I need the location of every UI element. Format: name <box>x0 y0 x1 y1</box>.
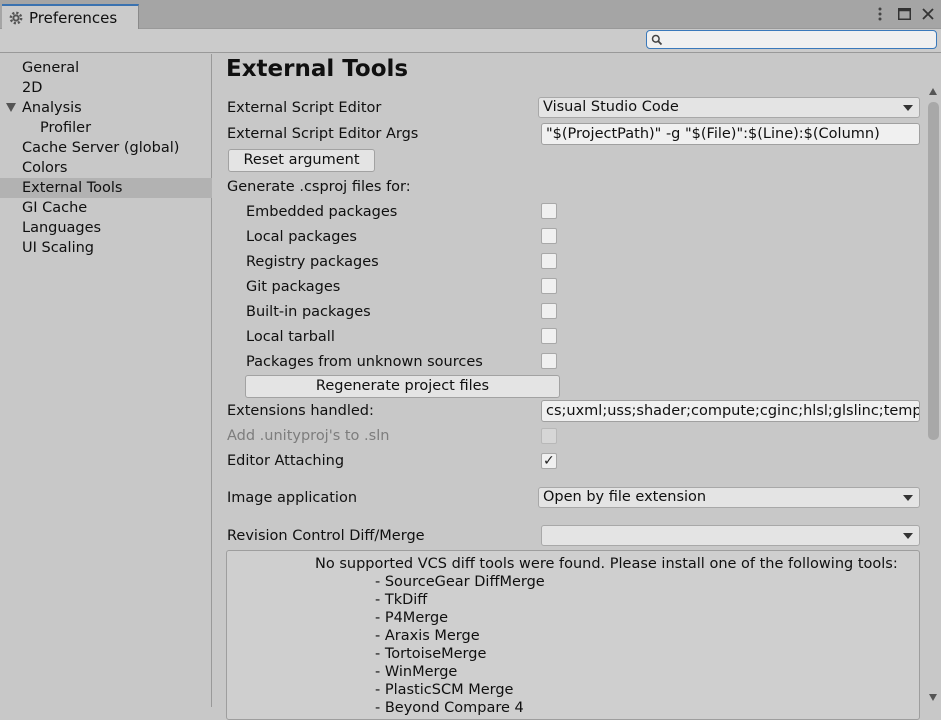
scroll-up-arrow-icon[interactable] <box>929 88 937 95</box>
unknown-sources-label: Packages from unknown sources <box>246 354 483 370</box>
embedded-packages-label: Embedded packages <box>246 204 398 220</box>
extensions-label: Extensions handled: <box>227 403 374 419</box>
chevron-down-icon <box>903 495 913 501</box>
tab-bar: Preferences <box>0 0 941 29</box>
unityproj-label: Add .unityproj's to .sln <box>227 428 390 444</box>
local-packages-label: Local packages <box>246 229 357 245</box>
scroll-down-arrow-icon[interactable] <box>929 694 937 701</box>
search-icon <box>651 34 663 46</box>
toolbar <box>0 29 941 53</box>
local-packages-checkbox[interactable] <box>541 228 557 244</box>
vcs-tool-item: - Beyond Compare 4 <box>375 700 524 716</box>
reset-argument-button[interactable]: Reset argument <box>228 149 375 172</box>
git-packages-label: Git packages <box>246 279 341 295</box>
page-title: External Tools <box>226 56 409 82</box>
vcs-tool-item: - SourceGear DiffMerge <box>375 574 545 590</box>
checkmark-icon: ✓ <box>543 453 555 469</box>
sidebar-item-ui-scaling[interactable]: UI Scaling <box>0 238 212 258</box>
sidebar-item-analysis[interactable]: Analysis <box>0 98 212 118</box>
editor-attaching-checkbox[interactable]: ✓ <box>541 453 557 469</box>
registry-packages-label: Registry packages <box>246 254 379 270</box>
csproj-heading: Generate .csproj files for: <box>227 179 411 195</box>
built-in-packages-checkbox[interactable] <box>541 303 557 319</box>
unityproj-checkbox <box>541 428 557 444</box>
vcs-tool-item: - WinMerge <box>375 664 458 680</box>
kebab-menu-icon[interactable] <box>871 5 889 23</box>
tab-title: Preferences <box>29 8 118 27</box>
close-icon[interactable] <box>919 5 937 23</box>
sidebar: General 2D Analysis Profiler Cache Serve… <box>0 54 212 707</box>
main-panel: External Tools External Script Editor Vi… <box>213 54 941 720</box>
regenerate-project-files-button[interactable]: Regenerate project files <box>245 375 560 398</box>
script-editor-args-field[interactable]: "$(ProjectPath)" -g "$(File)":$(Line):$(… <box>541 123 920 145</box>
sidebar-item-2d[interactable]: 2D <box>0 78 212 98</box>
sidebar-item-gi-cache[interactable]: GI Cache <box>0 198 212 218</box>
script-editor-dropdown[interactable]: Visual Studio Code <box>538 97 920 118</box>
vcs-tool-item: - TkDiff <box>375 592 428 608</box>
maximize-icon[interactable] <box>895 5 913 23</box>
sidebar-item-languages[interactable]: Languages <box>0 218 212 238</box>
vcs-tool-item: - P4Merge <box>375 610 449 626</box>
sidebar-item-profiler[interactable]: Profiler <box>0 118 212 138</box>
tab-preferences[interactable]: Preferences <box>2 4 139 29</box>
local-tarball-label: Local tarball <box>246 329 335 345</box>
extensions-field[interactable]: cs;uxml;uss;shader;compute;cginc;hlsl;gl… <box>541 400 920 422</box>
image-application-label: Image application <box>227 490 358 506</box>
vcs-tool-item: - TortoiseMerge <box>375 646 487 662</box>
gear-icon <box>9 11 23 24</box>
embedded-packages-checkbox[interactable] <box>541 203 557 219</box>
chevron-down-icon <box>903 105 913 111</box>
sidebar-item-colors[interactable]: Colors <box>0 158 212 178</box>
sidebar-item-external-tools[interactable]: External Tools <box>0 178 212 198</box>
vcs-help-message: No supported VCS diff tools were found. … <box>315 556 898 572</box>
image-application-dropdown[interactable]: Open by file extension <box>538 487 920 508</box>
script-editor-label: External Script Editor <box>227 100 382 116</box>
chevron-down-icon <box>903 533 913 539</box>
vcs-tool-item: - PlasticSCM Merge <box>375 682 514 698</box>
git-packages-checkbox[interactable] <box>541 278 557 294</box>
sidebar-item-general[interactable]: General <box>0 58 212 78</box>
local-tarball-checkbox[interactable] <box>541 328 557 344</box>
vertical-scrollbar[interactable] <box>926 87 941 707</box>
unknown-sources-checkbox[interactable] <box>541 353 557 369</box>
registry-packages-checkbox[interactable] <box>541 253 557 269</box>
revision-control-label: Revision Control Diff/Merge <box>227 528 425 544</box>
vcs-help-box: No supported VCS diff tools were found. … <box>226 550 920 720</box>
fold-arrow-icon[interactable] <box>6 103 16 112</box>
built-in-packages-label: Built-in packages <box>246 304 371 320</box>
script-editor-args-label: External Script Editor Args <box>227 126 419 142</box>
scrollbar-thumb[interactable] <box>928 102 939 440</box>
search-input[interactable] <box>646 30 937 49</box>
editor-attaching-label: Editor Attaching <box>227 453 345 469</box>
revision-control-dropdown[interactable] <box>541 525 920 546</box>
sidebar-item-cache-server[interactable]: Cache Server (global) <box>0 138 212 158</box>
vcs-tool-item: - Araxis Merge <box>375 628 480 644</box>
